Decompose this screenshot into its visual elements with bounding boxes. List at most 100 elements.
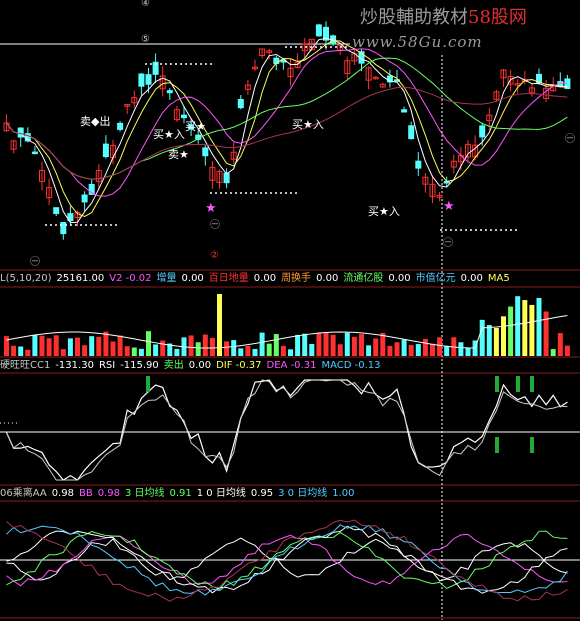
volume-header-item-13: MA5: [487, 273, 510, 284]
moving-average-indicator-header: 06乘离AA 0.98 BB 0.98 3 日均线 0.91 1 0 日均线 0.95 3 0 …: [0, 487, 580, 501]
sell-signal-bar: [495, 376, 499, 392]
indicator-header-item-3: -115.90: [120, 360, 159, 371]
volume-bar: [110, 341, 116, 356]
price-marker-label: ㊀: [443, 237, 453, 249]
volume-bar: [316, 332, 322, 356]
indicator-header-item-5: 0.00: [188, 360, 212, 371]
price-marker-label: ⑤: [141, 34, 150, 45]
candle-body: [81, 194, 88, 203]
volume-header-item-9: 流通亿股: [343, 273, 384, 284]
volume-bar: [131, 347, 137, 356]
volume-bar: [188, 335, 194, 356]
purple-star-icon: ★: [443, 199, 455, 214]
volume-bar: [146, 331, 151, 356]
volume-bar: [522, 300, 528, 356]
volume-bar: [245, 345, 251, 356]
volume-bar: [309, 344, 315, 356]
indicator-header-item-2: RSI: [98, 360, 116, 371]
volume-bar: [408, 345, 414, 356]
watermark-brand-text: 58股网: [468, 7, 527, 28]
ma-header-item-9: 1.00: [332, 488, 355, 499]
volume-bar: [67, 338, 73, 356]
volume-bar: [508, 306, 514, 356]
ma-header-item-6: 1 0 日均线: [196, 488, 246, 499]
volume-bar: [75, 337, 80, 356]
volume-bar: [536, 297, 542, 356]
indicator-header-item-8: MACD -0.13: [321, 360, 381, 371]
volume-header-item-3: 增量: [156, 273, 177, 284]
price-marker-label: ㊀: [30, 256, 40, 268]
volume-bar: [351, 336, 357, 356]
volume-bar: [273, 334, 279, 356]
volume-bar: [415, 344, 421, 356]
candle-body: [53, 207, 60, 215]
volume-bar: [39, 335, 45, 356]
candle-body: [237, 99, 244, 109]
trade-signal-label: 买★入: [368, 205, 400, 218]
volume-bar: [380, 332, 386, 356]
volume-header-item-4: 0.00: [181, 273, 204, 284]
volume-bar: [82, 345, 88, 356]
oscillator-line-primary: [5, 379, 568, 481]
price-marker-label: ②: [210, 250, 219, 261]
volume-bar: [493, 328, 499, 356]
candle-body: [415, 160, 422, 169]
sell-signal-bar: [516, 376, 520, 392]
candle-body: [117, 122, 124, 130]
trade-signal-label: 卖★: [168, 148, 189, 161]
volume-bar: [515, 296, 521, 356]
volume-bar: [486, 325, 492, 356]
volume-bar: [444, 345, 450, 356]
price-marker-label: ㊀: [210, 219, 220, 231]
candle-body: [138, 73, 145, 87]
oscillator-line-secondary: [6, 379, 568, 481]
watermark-url: www.58Gu.com: [352, 33, 483, 51]
ma-header-item-0: 06乘离AA: [0, 488, 47, 499]
volume-bar: [103, 331, 109, 356]
volume-bar: [295, 334, 301, 356]
volume-bar: [359, 334, 364, 356]
volume-bar: [550, 349, 556, 356]
sell-signal-bar: [146, 376, 150, 392]
volume-bar: [252, 348, 258, 356]
volume-bar: [337, 344, 343, 356]
volume-header-item-5: 百日地量: [208, 273, 249, 284]
volume-bar: [529, 304, 535, 356]
candle-body: [166, 90, 173, 94]
volume-bar: [302, 333, 308, 356]
candle-body: [102, 143, 109, 158]
candle-body: [479, 125, 486, 138]
volume-bar: [366, 345, 372, 356]
volume-bar: [387, 345, 393, 356]
volume-bar: [266, 343, 272, 356]
candle-body: [223, 172, 230, 184]
volume-bar: [323, 332, 329, 356]
candle-body: [401, 109, 408, 113]
candle-body: [60, 222, 67, 235]
ma-header-item-8: 3 0 日均线: [278, 488, 328, 499]
volume-bar: [422, 338, 428, 356]
volume-bar: [437, 337, 443, 356]
sell-signal-bar: [530, 437, 534, 453]
candle-body: [181, 114, 187, 119]
volume-header-item-7: 周换手: [281, 273, 312, 284]
indicator-header-item-4: 卖出: [163, 360, 184, 371]
candle-body: [145, 74, 152, 85]
watermark-title: 炒股輔助教材58股网: [360, 3, 527, 29]
volume-bar: [117, 335, 123, 356]
candle-body: [408, 125, 415, 140]
volume-bar: [430, 343, 435, 356]
volume-header-item-6: 0.00: [253, 273, 277, 284]
volume-bar: [4, 336, 9, 356]
volume-header-item-0: L(5,10,20): [0, 273, 52, 284]
volume-bar: [217, 294, 222, 356]
volume-bar: [25, 349, 31, 356]
volume-bar: [288, 349, 293, 356]
volume-bar: [224, 341, 230, 356]
indicator-header-item-7: DEA -0.31: [266, 360, 317, 371]
chart-canvas[interactable]: 卖◆出买★入卖★买★ 买★入买★入④⑤㊀②㊀㊀㊀★ ★: [0, 0, 580, 621]
indicator-header-item-6: DIF -0.37: [216, 360, 262, 371]
volume-bar: [195, 342, 201, 356]
price-marker-label: ㊀: [565, 133, 575, 145]
volume-bar: [330, 334, 336, 356]
